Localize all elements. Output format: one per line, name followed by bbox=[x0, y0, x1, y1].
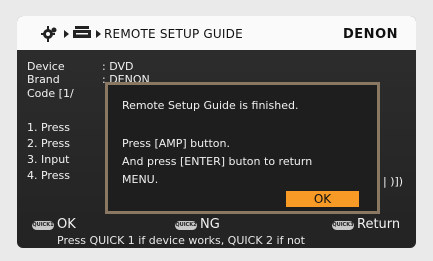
brand-logo: DENON bbox=[343, 27, 398, 42]
quick3-label[interactable]: Return bbox=[357, 217, 400, 232]
finished-dialog: Remote Setup Guide is finished. Press [A… bbox=[105, 82, 380, 214]
dialog-instruction-1: Press [AMP] button. bbox=[122, 137, 230, 150]
step-2: 2. Press bbox=[27, 137, 70, 150]
brand-label: Brand bbox=[27, 73, 60, 86]
step-3: 3. Input bbox=[27, 153, 70, 166]
dialog-instruction-3: MENU. bbox=[122, 173, 159, 186]
setup-screen: REMOTE SETUP GUIDE DENON Device : DVD Br… bbox=[17, 16, 416, 248]
footer-hint: Press QUICK 1 if device works, QUICK 2 i… bbox=[57, 234, 305, 247]
code-label: Code [1/ bbox=[27, 87, 74, 100]
quick1-icon: QUICK1 bbox=[32, 221, 54, 230]
dialog-message: Remote Setup Guide is finished. bbox=[122, 99, 299, 112]
quick3-icon: QUICK3 bbox=[332, 221, 354, 230]
dialog-instruction-2: And press [ENTER] buton to return bbox=[122, 155, 313, 168]
breadcrumb-arrow-icon bbox=[64, 30, 69, 38]
gear-icon bbox=[41, 26, 57, 42]
header-bar: REMOTE SETUP GUIDE DENON bbox=[17, 16, 416, 50]
quick2-label[interactable]: NG bbox=[200, 217, 220, 232]
step-4-tail: | )]) bbox=[383, 175, 404, 188]
step-4: 4. Press bbox=[27, 169, 70, 182]
quick1-label[interactable]: OK bbox=[57, 217, 76, 232]
step-1: 1. Press bbox=[27, 121, 70, 134]
device-value: : DVD bbox=[102, 60, 134, 73]
device-icon bbox=[73, 26, 91, 38]
page-title: REMOTE SETUP GUIDE bbox=[104, 27, 243, 41]
device-label: Device bbox=[27, 60, 65, 73]
quick2-icon: QUICK2 bbox=[175, 221, 197, 230]
ok-button[interactable]: OK bbox=[286, 191, 359, 207]
breadcrumb-arrow-icon bbox=[96, 30, 101, 38]
